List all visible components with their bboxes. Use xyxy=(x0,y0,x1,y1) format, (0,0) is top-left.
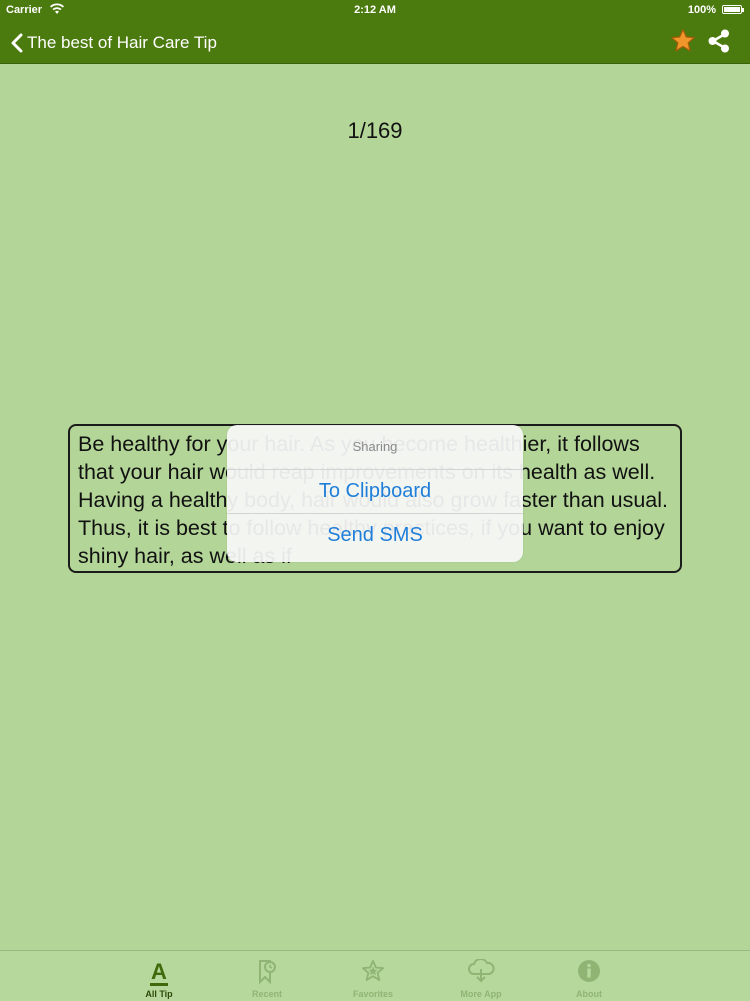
chevron-left-icon xyxy=(10,33,23,53)
navigation-bar: The best of Hair Care Tip xyxy=(0,22,750,64)
sheet-title: Sharing xyxy=(227,425,523,470)
info-icon xyxy=(514,959,664,987)
send-sms-button[interactable]: Send SMS xyxy=(227,513,523,557)
back-button[interactable]: The best of Hair Care Tip xyxy=(10,22,217,63)
tab-about[interactable]: About xyxy=(514,951,664,1001)
battery-percent: 100% xyxy=(687,4,716,16)
status-bar: Carrier 2:12 AM 100% xyxy=(0,0,750,22)
battery-icon xyxy=(722,5,744,14)
star-icon xyxy=(671,28,695,52)
sharing-action-sheet: Sharing To Clipboard Send SMS xyxy=(227,425,523,562)
tab-bar: A All Tip Recent Favorites More App Abou… xyxy=(0,950,750,1001)
tab-label: About xyxy=(576,989,602,999)
share-icon xyxy=(708,29,729,53)
nav-actions xyxy=(670,28,732,54)
clock: 2:12 AM xyxy=(354,4,396,16)
share-button[interactable] xyxy=(706,28,732,54)
svg-text:A: A xyxy=(151,959,167,984)
favorite-star-button[interactable] xyxy=(670,28,696,54)
back-button-label: The best of Hair Care Tip xyxy=(27,32,217,52)
to-clipboard-button[interactable]: To Clipboard xyxy=(227,470,523,513)
tip-counter: 1/169 xyxy=(347,118,403,143)
